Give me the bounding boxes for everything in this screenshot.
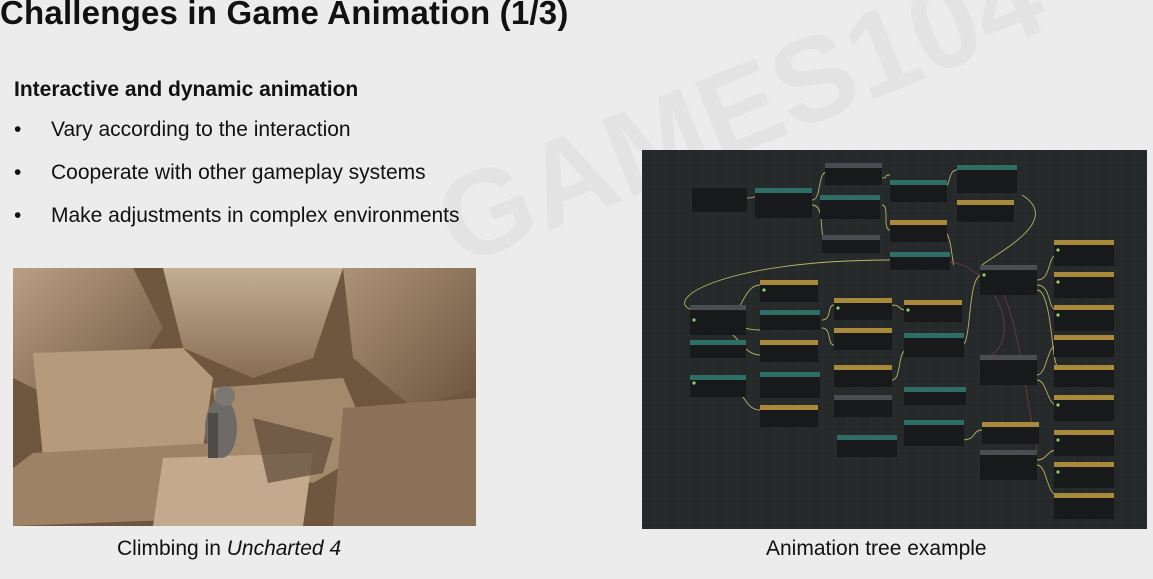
climbing-scene-image xyxy=(13,268,476,526)
climbing-screenshot xyxy=(13,268,476,526)
animation-tree-screenshot xyxy=(642,150,1147,529)
bullet-list: • Vary according to the interaction • Co… xyxy=(14,115,460,244)
caption-climbing: Climbing in Uncharted 4 xyxy=(117,537,341,561)
caption-animation-tree: Animation tree example xyxy=(766,537,987,560)
bullet-icon: • xyxy=(14,204,22,227)
bullet-item: • Cooperate with other gameplay systems xyxy=(14,158,460,201)
bullet-text: Cooperate with other gameplay systems xyxy=(51,161,426,184)
bullet-text: Vary according to the interaction xyxy=(51,118,351,141)
bullet-icon: • xyxy=(14,161,22,184)
caption-climbing-prefix: Climbing in xyxy=(117,537,227,560)
slide-subtitle: Interactive and dynamic animation xyxy=(14,78,359,101)
bullet-text: Make adjustments in complex environments xyxy=(51,204,460,227)
animation-tree-image xyxy=(642,150,1147,529)
slide-title: Challenges in Game Animation (1/3) xyxy=(0,0,569,31)
caption-game-title: Uncharted 4 xyxy=(226,537,342,560)
bullet-item: • Vary according to the interaction xyxy=(14,115,460,158)
bullet-icon: • xyxy=(14,118,22,141)
bullet-item: • Make adjustments in complex environmen… xyxy=(14,201,460,244)
